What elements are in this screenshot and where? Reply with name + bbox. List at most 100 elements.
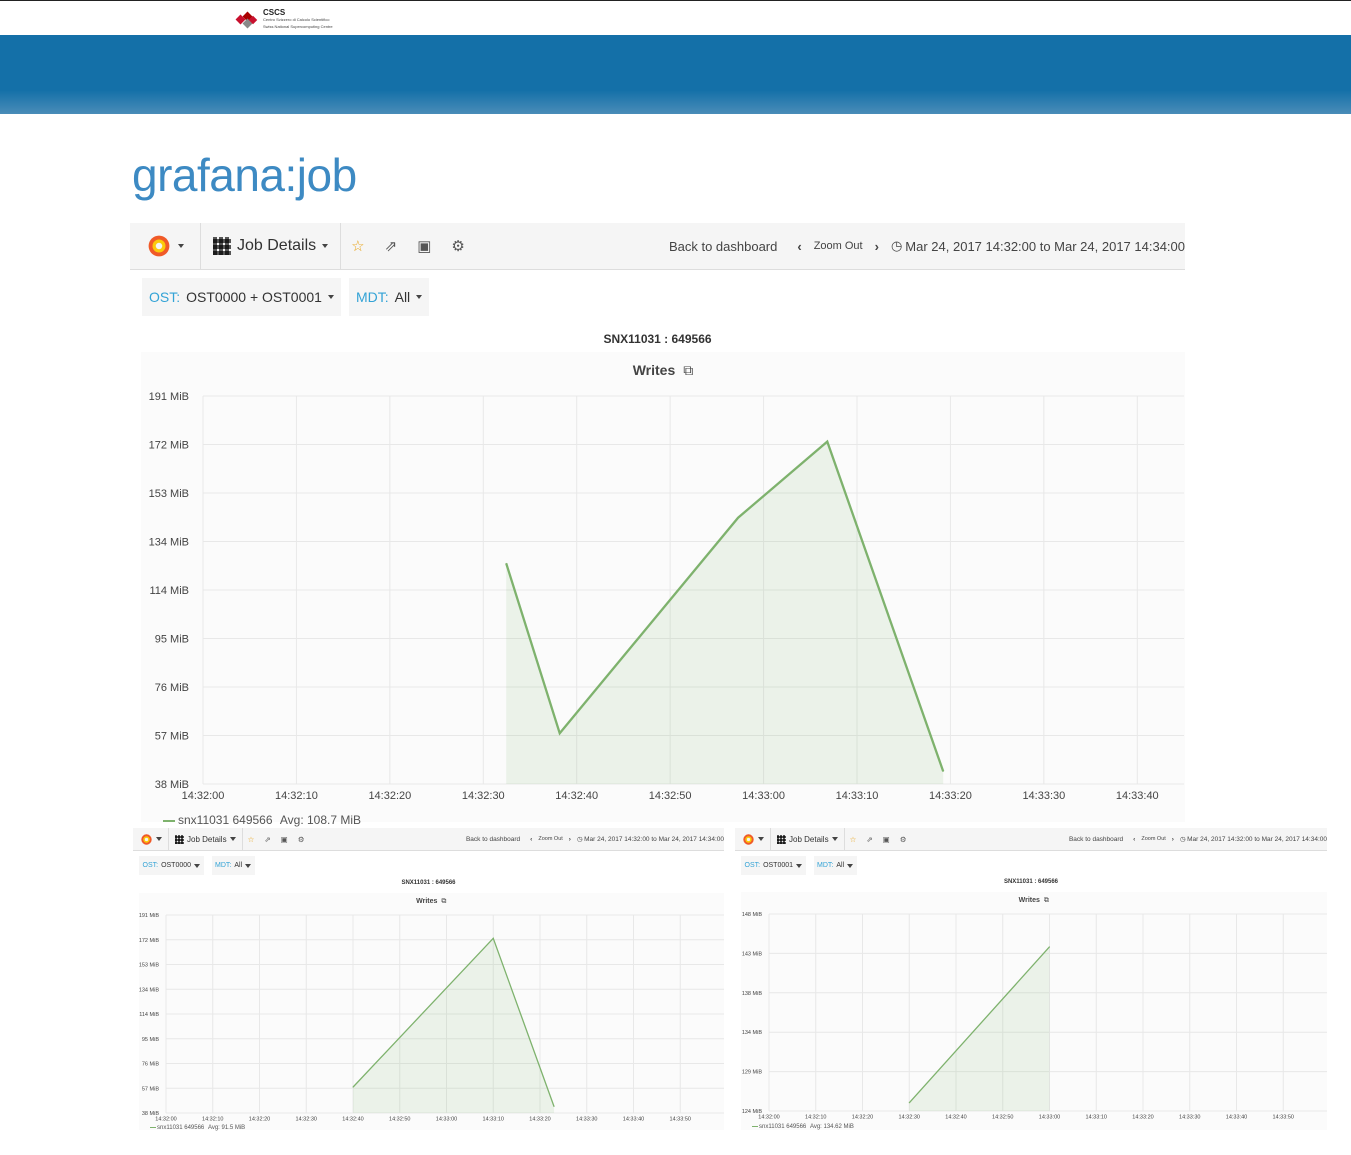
settings-gear-icon[interactable]: ⚙ [298, 835, 305, 844]
save-icon[interactable]: ▣ [883, 835, 890, 844]
variable-value: All [234, 862, 243, 869]
time-range-picker[interactable]: ◷ Mar 24, 2017 14:32:00 to Mar 24, 2017 1… [891, 238, 1185, 254]
dashboard-title: Job Details [187, 834, 227, 844]
chevron-right-icon[interactable]: › [1172, 836, 1174, 843]
star-icon[interactable]: ☆ [351, 237, 364, 255]
dashboard-title-button[interactable]: Job Details [771, 828, 845, 850]
series-point [505, 562, 507, 564]
variable-value: OST0000 + OST0001 [186, 289, 322, 305]
save-icon[interactable]: ▣ [417, 237, 431, 255]
writes-graph-panel: Writes ⧉ 191 MiB 172 MiB 153 MiB 134 MiB 114 M… [138, 893, 724, 1131]
dashboard-grid-icon [213, 237, 231, 255]
x-tick-label: 14:33:40 [622, 1117, 643, 1123]
graph-legend[interactable]: snx11031 649566 Avg: 108.7 MiB [163, 813, 361, 827]
chevron-right-icon[interactable]: › [875, 239, 879, 254]
x-tick-label: 14:32:30 [898, 1115, 919, 1121]
site-header: CSCS Centro Svizzero di Calcolo Scientif… [0, 0, 1351, 36]
cscs-logo-mark-icon [235, 11, 258, 28]
chevron-right-icon[interactable]: › [569, 836, 571, 843]
legend-series-name: snx11031 649566 [178, 813, 273, 827]
x-tick-label: 14:32:10 [275, 790, 318, 802]
dashboard-navbar: Job Details ☆ ⇗ ▣ ⚙ Back to dashboard ‹ Zoom Ou… [130, 223, 1185, 270]
x-tick-label: 14:32:00 [182, 790, 225, 802]
share-icon[interactable]: ⇗ [385, 237, 398, 255]
chevron-down-icon [416, 295, 423, 299]
chevron-down-icon [194, 863, 201, 868]
y-tick-label: 57 MiB [155, 731, 189, 743]
x-tick-label: 14:32:10 [805, 1115, 826, 1121]
legend-spacer [204, 1125, 206, 1131]
grafana-panel-left: Job Details ☆ ⇗ ▣ ⚙ Back to dashboard ‹ Zoom Ou… [133, 828, 724, 1131]
series-point [737, 517, 739, 519]
chevron-down-icon [757, 837, 764, 841]
blue-banner [0, 35, 1351, 114]
y-tick-label: 76 MiB [141, 1062, 158, 1068]
variable-ost[interactable]: OST: OST0000 [139, 856, 204, 875]
variable-label: OST: [149, 289, 181, 305]
variable-mdt[interactable]: MDT: All [211, 856, 255, 875]
legend-spacer [273, 813, 276, 827]
star-icon[interactable]: ☆ [850, 835, 857, 844]
zoom-out-button[interactable]: Zoom Out [814, 240, 863, 252]
y-tick-label: 134 MiB [139, 987, 159, 993]
variable-ost[interactable]: OST: OST0000 + OST0001 [142, 278, 341, 316]
x-tick-label: 14:32:00 [155, 1117, 176, 1123]
grafana-menu-button[interactable] [133, 828, 169, 850]
grafana-menu-button[interactable] [130, 223, 201, 269]
chevron-down-icon [178, 244, 184, 248]
dashboard-toolbar: ☆ ⇗ ▣ ⚙ [845, 828, 907, 850]
x-tick-label: 14:32:10 [202, 1117, 223, 1123]
save-icon[interactable]: ▣ [281, 835, 288, 844]
chevron-left-icon[interactable]: ‹ [1133, 836, 1135, 843]
variable-value: OST0000 [161, 862, 192, 869]
zoom-out-button[interactable]: Zoom Out [1141, 836, 1165, 842]
chevron-left-icon[interactable]: ‹ [530, 836, 532, 843]
logo-line1: Centro Svizzero di Calcolo Scientifico [263, 17, 330, 22]
grafana-menu-button[interactable] [735, 828, 771, 850]
back-to-dashboard-link[interactable]: Back to dashboard [466, 836, 520, 843]
y-tick-label: 134 MiB [741, 1030, 762, 1036]
variable-mdt[interactable]: MDT: All [813, 856, 857, 875]
star-icon[interactable]: ☆ [248, 835, 255, 844]
time-range-text: Mar 24, 2017 14:32:00 to Mar 24, 2017 14… [1187, 835, 1327, 843]
share-icon[interactable]: ⇗ [264, 835, 270, 844]
zoom-out-button[interactable]: Zoom Out [538, 836, 562, 842]
dashboard-toolbar: ☆ ⇗ ▣ ⚙ [243, 828, 305, 850]
dashboard-navbar: Job Details ☆ ⇗ ▣ ⚙ Back to dashboard ‹ Zoom Ou… [133, 828, 724, 851]
back-to-dashboard-link[interactable]: Back to dashboard [669, 239, 777, 254]
x-tick-label: 14:33:10 [1085, 1115, 1106, 1121]
variable-label: MDT: [817, 862, 834, 869]
variable-label: MDT: [355, 289, 389, 305]
time-range-picker[interactable]: ◷ Mar 24, 2017 14:32:00 to Mar 24, 2017 1… [1180, 835, 1327, 844]
y-tick-label: 143 MiB [741, 951, 762, 957]
chevron-left-icon[interactable]: ‹ [797, 239, 801, 254]
grafana-panel-right: Job Details ☆ ⇗ ▣ ⚙ Back to dashboard ‹ Zoom Ou… [735, 828, 1327, 1130]
x-tick-label: 14:33:10 [836, 790, 879, 802]
graph-legend[interactable]: snx11031 649566 Avg: 134.62 MiB [751, 1124, 854, 1130]
time-range-picker[interactable]: ◷ Mar 24, 2017 14:32:00 to Mar 24, 2017 1… [577, 835, 724, 844]
cscs-logo[interactable]: CSCS Centro Svizzero di Calcolo Scientif… [233, 9, 333, 30]
x-tick-label: 14:32:00 [758, 1115, 779, 1121]
y-tick-label: 114 MiB [139, 1012, 159, 1018]
dashboard-toolbar: ☆ ⇗ ▣ ⚙ [341, 223, 465, 269]
variable-ost[interactable]: OST: OST0001 [741, 856, 806, 875]
chevron-down-icon [847, 863, 854, 868]
settings-gear-icon[interactable]: ⚙ [900, 835, 907, 844]
template-variables: OST: OST0000 + OST0001 MDT: All [142, 278, 430, 316]
dashboard-title-button[interactable]: Job Details [169, 828, 243, 850]
graph-legend[interactable]: snx11031 649566 Avg: 91.5 MiB [149, 1125, 245, 1131]
share-icon[interactable]: ⇗ [866, 835, 872, 844]
legend-avg: Avg: 108.7 MiB [279, 813, 362, 827]
variable-mdt[interactable]: MDT: All [348, 278, 430, 316]
grafana-panel-main: Job Details ☆ ⇗ ▣ ⚙ Back to dashboard ‹ Zoom Ou… [130, 223, 1185, 827]
dashboard-title-button[interactable]: Job Details [201, 223, 342, 269]
chevron-down-icon [322, 244, 329, 248]
template-variables: OST: OST0000 MDT: All [139, 856, 255, 875]
x-tick-label: 14:32:40 [945, 1115, 966, 1121]
y-tick-label: 148 MiB [741, 912, 762, 918]
x-tick-label: 14:33:20 [529, 1117, 550, 1123]
y-tick-label: 76 MiB [155, 682, 189, 694]
back-to-dashboard-link[interactable]: Back to dashboard [1069, 836, 1123, 843]
variable-label: OST: [744, 862, 761, 869]
settings-gear-icon[interactable]: ⚙ [451, 237, 464, 255]
